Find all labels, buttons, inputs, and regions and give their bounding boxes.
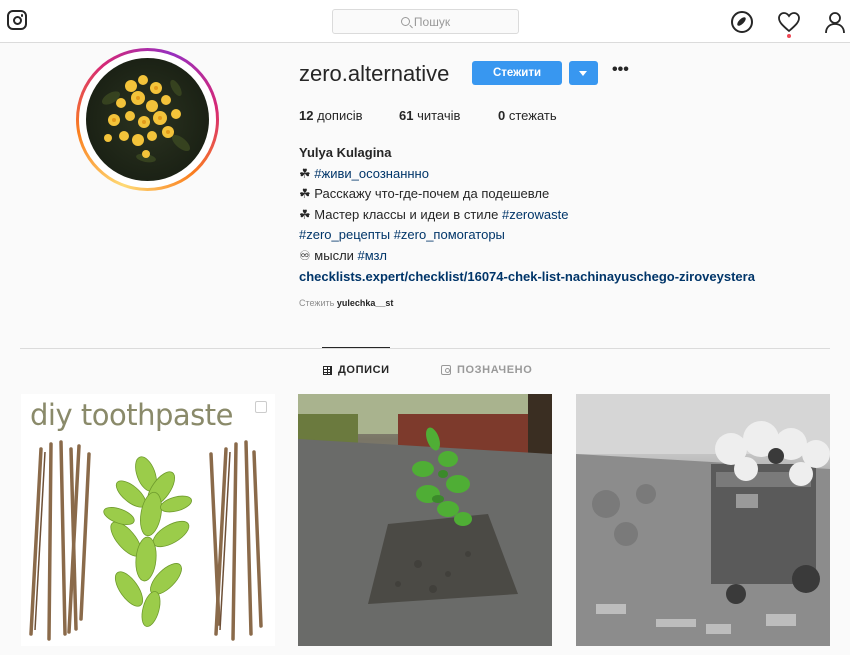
bio-line: ☘ Расскажу что-где-почем да подешевле (299, 184, 819, 205)
followed-by-label: Стежить (299, 298, 335, 308)
followers-count-label: читачів (417, 108, 461, 123)
bio-line: #zero_рецепты #zero_помогаторы (299, 225, 819, 246)
hashtag-link[interactable]: #мзл (358, 248, 387, 263)
compass-icon[interactable] (731, 11, 753, 33)
tabs-divider (20, 348, 830, 349)
bio-line-emoji: ☘ (299, 186, 315, 202)
notification-dot (787, 34, 791, 38)
followed-by-user-link[interactable]: yulechka__st (337, 298, 394, 308)
top-navigation-bar: Пошук (0, 0, 850, 43)
bio-line: ☘ #живи_осознаннно (299, 164, 819, 185)
avatar-flowers-image (101, 75, 191, 163)
post-thumbnail[interactable]: diy toothpaste (21, 394, 275, 646)
tab-tagged[interactable]: ПОЗНАЧЕНО (441, 364, 532, 376)
search-icon (400, 17, 410, 26)
sprout-in-asphalt-image (298, 394, 552, 646)
bio-line: ☘ Мастер классы и идеи в стиле #zerowast… (299, 205, 819, 226)
bio-line-text: мысли (314, 247, 358, 263)
toothpaste-sticks-image (29, 440, 263, 641)
bio-line: ♾ мысли #мзл (299, 246, 819, 267)
tagged-icon (441, 365, 451, 375)
tab-tagged-label: ПОЗНАЧЕНО (457, 364, 533, 376)
bio-line-emoji: ☘ (299, 165, 315, 181)
followed-by: Стежить yulechka__st (299, 298, 393, 308)
posts-count-label: дописів (317, 108, 363, 123)
grid-icon (323, 365, 332, 375)
trash-bin-image (576, 394, 830, 646)
profile-icon[interactable] (823, 10, 847, 34)
following-count[interactable]: 0 стежать (498, 108, 557, 123)
posts-count-value: 12 (299, 108, 314, 123)
post-thumbnail[interactable] (298, 394, 552, 646)
instagram-logo-icon[interactable] (7, 10, 27, 30)
following-count-value: 0 (498, 108, 506, 123)
website-link[interactable]: checklists.expert/checklist/16074-chek-l… (299, 267, 819, 288)
avatar-ring-gap (79, 51, 216, 188)
tab-posts[interactable]: ДОПИСИ (323, 364, 390, 376)
followers-count-value: 61 (399, 108, 414, 123)
bio-line-text: Расскажу что-где-почем да подешевле (314, 186, 550, 202)
profile-full-name: Yulya Kulagina (299, 145, 392, 160)
tab-posts-label: ДОПИСИ (338, 364, 390, 376)
avatar-story-ring[interactable] (76, 48, 219, 191)
search-input[interactable]: Пошук (332, 9, 519, 34)
suggested-dropdown-button[interactable] (569, 61, 598, 85)
following-count-label: стежать (508, 108, 557, 123)
bio-line-text: Мастер классы и идеи в стиле (314, 206, 502, 222)
follow-button[interactable]: Стежити (472, 61, 562, 85)
post-thumbnail[interactable] (576, 394, 830, 646)
search-placeholder: Пошук (413, 14, 451, 29)
bio-line-emoji: ♾ (299, 247, 315, 263)
posts-count: 12 дописів (299, 108, 363, 123)
more-options-icon[interactable]: ••• (612, 61, 629, 79)
heart-icon[interactable] (777, 10, 801, 34)
hashtag-link[interactable]: #zero_рецепты #zero_помогаторы (299, 227, 505, 242)
profile-bio: Yulya Kulagina ☘ #живи_осознаннно ☘ Расс… (299, 143, 819, 287)
active-tab-indicator (322, 347, 390, 348)
hashtag-link[interactable]: #живи_осознаннно (314, 166, 429, 181)
followers-count[interactable]: 61 читачів (399, 108, 460, 123)
bio-line-emoji: ☘ (299, 206, 315, 222)
hashtag-link[interactable]: #zerowaste (502, 207, 568, 222)
profile-username: zero.alternative (299, 61, 450, 86)
avatar (86, 58, 209, 181)
